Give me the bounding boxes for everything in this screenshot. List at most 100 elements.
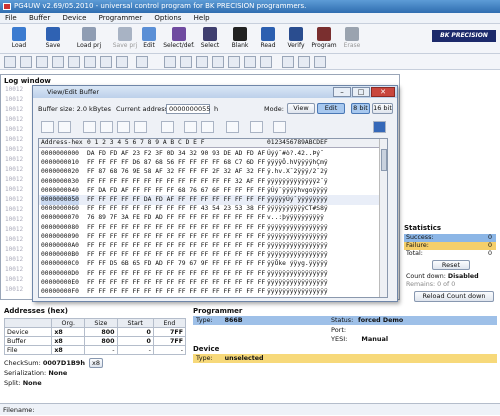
- folder-icon: [12, 27, 26, 41]
- reset-button[interactable]: Reset: [432, 260, 470, 270]
- scrollbar-thumb[interactable]: [381, 149, 387, 171]
- close-button[interactable]: ✕: [371, 87, 395, 97]
- menu-help[interactable]: Help: [189, 13, 215, 24]
- device-type-value: unselected: [224, 355, 264, 362]
- hex-grid-header: Address-hex 0 1 2 3 4 5 6 7 8 9 A B C D …: [39, 139, 387, 148]
- filename-label: Filename:: [3, 406, 35, 414]
- toolbar-icon-13[interactable]: [212, 56, 224, 68]
- total-value: 0: [487, 250, 492, 257]
- table-row[interactable]: 00000000F0 FF FF FF FF FF FF FF FF FF FF …: [39, 287, 387, 297]
- toolbar-icon-1[interactable]: [4, 56, 16, 68]
- status-bar: Filename:: [0, 403, 500, 415]
- split-row: Split: None: [4, 379, 42, 387]
- toolbar-icon-11[interactable]: [180, 56, 192, 68]
- dialog-title: View/Edit Buffer: [47, 88, 99, 96]
- dialog-edit-text-icon[interactable]: [250, 121, 263, 133]
- current-address-label: Current address:: [116, 105, 171, 113]
- hex-grid-scrollbar[interactable]: [379, 139, 387, 297]
- maximize-button[interactable]: □: [352, 87, 370, 97]
- project-save-icon: [118, 27, 132, 41]
- dialog-goto-icon[interactable]: [226, 121, 239, 133]
- success-row: Success: 0: [404, 234, 496, 242]
- programmer-yesi-row: YESI: Manual: [331, 335, 388, 343]
- toolbar-icon-4[interactable]: [52, 56, 64, 68]
- edit-mode-button[interactable]: Edit: [317, 103, 345, 114]
- toolbar-icon-2[interactable]: [20, 56, 32, 68]
- dialog-edit-icon[interactable]: [41, 121, 54, 133]
- 8-bit-button[interactable]: 8 bit: [351, 103, 370, 114]
- checksum-mode-button[interactable]: x8: [89, 358, 104, 368]
- log-line: 10012: [5, 86, 24, 93]
- read-chip-icon: [261, 27, 275, 41]
- window-title: PG4UW v2.69/05.2010 - universal control …: [14, 2, 307, 10]
- log-line: 10012: [5, 266, 24, 273]
- load-project-button[interactable]: Load prj: [72, 26, 106, 53]
- log-line: 10012: [5, 96, 24, 103]
- current-address-input[interactable]: 0000000055: [166, 104, 210, 114]
- dialog-swap-icon[interactable]: [134, 121, 147, 133]
- load-button[interactable]: Load: [2, 26, 36, 53]
- dialog-copy-icon[interactable]: [100, 121, 113, 133]
- dialog-move-icon[interactable]: [117, 121, 130, 133]
- programmer-type-bar: Type: 866B Status: forced Demo: [193, 316, 497, 325]
- reload-countdown-button[interactable]: Reload Count down: [414, 291, 494, 302]
- save-button[interactable]: Save: [36, 26, 70, 53]
- verify-chip-icon: [289, 27, 303, 41]
- menu-programmer[interactable]: Programmer: [94, 13, 148, 24]
- select-default-button[interactable]: Select/def.: [162, 26, 196, 53]
- hex-grid[interactable]: Address-hex 0 1 2 3 4 5 6 7 8 9 A B C D …: [38, 138, 388, 298]
- dialog-checksum-icon[interactable]: [273, 121, 286, 133]
- main-toolbar: Load Save Load prj Save prj Edit Select/…: [0, 24, 500, 54]
- dialog-fill-icon[interactable]: [83, 121, 96, 133]
- chip-select-default-icon: [172, 27, 186, 41]
- success-value: 0: [487, 234, 492, 241]
- dialog-print-icon[interactable]: [161, 121, 174, 133]
- edit-button[interactable]: Edit: [132, 26, 166, 53]
- toolbar-icon-6[interactable]: [84, 56, 96, 68]
- dialog-replace-icon[interactable]: [201, 121, 214, 133]
- toolbar-icon-12[interactable]: [196, 56, 208, 68]
- toolbar-icon-8[interactable]: [116, 56, 128, 68]
- remains-value: 0 of 0: [437, 281, 456, 288]
- log-line: 10012: [5, 146, 24, 153]
- dialog-help-icon[interactable]: [373, 121, 386, 133]
- toolbar-icon-3[interactable]: [36, 56, 48, 68]
- minimize-button[interactable]: –: [333, 87, 351, 97]
- yesi-value: Manual: [361, 335, 389, 343]
- menu-buffer[interactable]: Buffer: [24, 13, 55, 24]
- toolbar-icon-15[interactable]: [244, 56, 256, 68]
- select-button[interactable]: Select: [193, 26, 227, 53]
- countdown-value: Disabled: [447, 273, 479, 280]
- dialog-save-icon[interactable]: [58, 121, 71, 133]
- menu-bar: File Buffer Device Programmer Options He…: [0, 13, 500, 24]
- toolbar-icon-18[interactable]: [298, 56, 310, 68]
- toolbar-icon-5[interactable]: [68, 56, 80, 68]
- addresses-title: Addresses (hex): [4, 307, 68, 315]
- log-line: 10012: [5, 196, 24, 203]
- addresses-header-size: Size: [84, 318, 118, 328]
- toolbar-icon-17[interactable]: [282, 56, 294, 68]
- view-mode-button[interactable]: View: [287, 103, 315, 114]
- menu-options[interactable]: Options: [149, 13, 186, 24]
- 16-bit-button[interactable]: 16 bit: [372, 103, 393, 114]
- toolbar-icon-7[interactable]: [100, 56, 112, 68]
- toolbar-icon-14[interactable]: [228, 56, 240, 68]
- toolbar-icon-9[interactable]: [136, 56, 148, 68]
- programmer-port-row: Port:: [331, 326, 346, 334]
- addresses-table: Org. Size Start End Device x8 800 0 7FF …: [3, 318, 187, 355]
- remains-row: Remains: 0 of 0: [404, 281, 496, 289]
- toolbar-icon-19[interactable]: [314, 56, 326, 68]
- view-edit-buffer-dialog: View/Edit Buffer – □ ✕ Buffer size: 2.0 …: [32, 85, 398, 302]
- log-line: 10012: [5, 176, 24, 183]
- log-line: 10012: [5, 136, 24, 143]
- toolbar-icon-10[interactable]: [164, 56, 176, 68]
- mode-label: Mode:: [264, 105, 284, 113]
- erase-button[interactable]: Erase: [335, 26, 369, 53]
- addresses-header-org: Org.: [51, 318, 86, 328]
- menu-device[interactable]: Device: [57, 13, 91, 24]
- menu-file[interactable]: File: [0, 13, 22, 24]
- dialog-find-icon[interactable]: [184, 121, 197, 133]
- project-open-icon: [82, 27, 96, 41]
- toolbar-icon-16[interactable]: [260, 56, 272, 68]
- device-type-label: Type:: [196, 355, 213, 362]
